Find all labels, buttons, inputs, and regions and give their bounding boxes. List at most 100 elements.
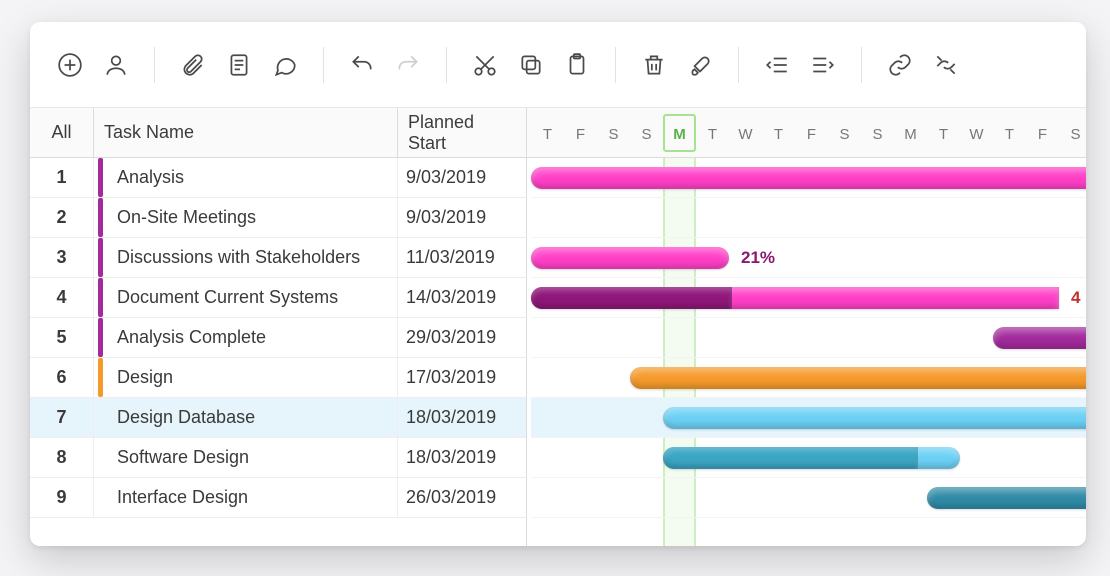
table-row[interactable]: 4Document Current Systems14/03/2019 xyxy=(30,278,526,318)
planned-start: 9/03/2019 xyxy=(398,198,526,237)
row-color-stripe xyxy=(98,198,103,237)
task-name: Design Database xyxy=(117,407,255,428)
table-row[interactable]: 7 Design Database 18/03/2019 xyxy=(30,398,526,438)
gantt-bar-progress xyxy=(531,287,732,309)
add-icon[interactable] xyxy=(52,47,88,83)
row-number: 6 xyxy=(30,358,94,397)
row-number: 7 xyxy=(30,398,94,437)
toolbar-separator xyxy=(738,47,739,83)
row-number: 4 xyxy=(30,278,94,317)
day-label: T xyxy=(762,126,795,143)
gantt-row: 4 xyxy=(531,278,1086,318)
row-color-stripe xyxy=(98,398,103,437)
task-name: Interface Design xyxy=(117,487,248,508)
planned-start: 18/03/2019 xyxy=(398,398,526,437)
table-row[interactable]: 2On-Site Meetings9/03/2019 xyxy=(30,198,526,238)
row-color-stripe xyxy=(98,438,103,477)
copy-icon[interactable] xyxy=(513,47,549,83)
row-color-stripe xyxy=(98,318,103,357)
day-label: S xyxy=(597,126,630,143)
row-number: 5 xyxy=(30,318,94,357)
attach-icon[interactable] xyxy=(175,47,211,83)
toolbar-separator xyxy=(615,47,616,83)
person-icon[interactable] xyxy=(98,47,134,83)
gantt-bar[interactable] xyxy=(531,287,1059,309)
task-name: Discussions with Stakeholders xyxy=(117,247,360,268)
unlink-icon[interactable] xyxy=(928,47,964,83)
row-number: 2 xyxy=(30,198,94,237)
outdent-icon[interactable] xyxy=(759,47,795,83)
row-color-stripe xyxy=(98,278,103,317)
day-label: S xyxy=(1059,126,1086,143)
table-row[interactable]: 5Analysis Complete29/03/2019 xyxy=(30,318,526,358)
gantt-bar[interactable] xyxy=(531,247,729,269)
day-label: M xyxy=(894,126,927,143)
table-row[interactable]: 8 Software Design 18/03/2019 xyxy=(30,438,526,478)
row-number: 3 xyxy=(30,238,94,277)
redo-icon[interactable] xyxy=(390,47,426,83)
row-number: 8 xyxy=(30,438,94,477)
app-panel: All Task Name Planned Start 1Analysis9/0… xyxy=(30,22,1086,546)
gantt-bar[interactable] xyxy=(663,447,960,469)
toolbar-separator xyxy=(861,47,862,83)
paste-icon[interactable] xyxy=(559,47,595,83)
planned-start: 29/03/2019 xyxy=(398,318,526,357)
row-number: 9 xyxy=(30,478,94,517)
day-label: T xyxy=(993,126,1026,143)
timeline-header: TFSSMTWTFSSMTWTFSS xyxy=(527,108,1086,158)
undo-icon[interactable] xyxy=(344,47,380,83)
link-icon[interactable] xyxy=(882,47,918,83)
gantt-bar[interactable] xyxy=(927,487,1086,509)
paint-icon[interactable] xyxy=(682,47,718,83)
delete-icon[interactable] xyxy=(636,47,672,83)
gantt-bar[interactable] xyxy=(531,167,1086,189)
planned-start: 9/03/2019 xyxy=(398,158,526,197)
day-label: S xyxy=(828,126,861,143)
gantt-bar-label: 21% xyxy=(741,247,775,269)
planned-start: 17/03/2019 xyxy=(398,358,526,397)
gantt-row xyxy=(531,318,1086,358)
row-color-stripe xyxy=(98,478,103,517)
indent-icon[interactable] xyxy=(805,47,841,83)
toolbar-separator xyxy=(446,47,447,83)
comment-icon[interactable] xyxy=(267,47,303,83)
gantt-row: 21% xyxy=(531,238,1086,278)
column-header-start[interactable]: Planned Start xyxy=(398,108,526,157)
day-label: F xyxy=(795,126,828,143)
day-label: S xyxy=(861,126,894,143)
task-table: All Task Name Planned Start 1Analysis9/0… xyxy=(30,108,527,546)
note-icon[interactable] xyxy=(221,47,257,83)
table-row[interactable]: 1Analysis9/03/2019 xyxy=(30,158,526,198)
planned-start: 18/03/2019 xyxy=(398,438,526,477)
row-color-stripe xyxy=(98,158,103,197)
task-name: Design xyxy=(117,367,173,388)
table-row[interactable]: 3 Discussions with Stakeholders 11/03/2019 xyxy=(30,238,526,278)
planned-start: 11/03/2019 xyxy=(398,238,526,277)
toolbar-separator xyxy=(323,47,324,83)
gantt-row xyxy=(531,478,1086,518)
cut-icon[interactable] xyxy=(467,47,503,83)
toolbar-separator xyxy=(154,47,155,83)
gantt-bar[interactable] xyxy=(663,407,1086,429)
column-header-name[interactable]: Task Name xyxy=(94,108,398,157)
table-row[interactable]: 9 Interface Design 26/03/2019 xyxy=(30,478,526,518)
gantt-row xyxy=(531,158,1086,198)
day-label: T xyxy=(531,126,564,143)
gantt-row xyxy=(531,198,1086,238)
day-label: F xyxy=(1026,126,1059,143)
today-marker xyxy=(663,114,696,152)
day-label: S xyxy=(630,126,663,143)
gantt-bar[interactable] xyxy=(993,327,1086,349)
row-number: 1 xyxy=(30,158,94,197)
gantt-bar[interactable] xyxy=(630,367,1086,389)
task-name: Software Design xyxy=(117,447,249,468)
table-row[interactable]: 6 Design 17/03/2019 xyxy=(30,358,526,398)
gantt-row xyxy=(531,438,1086,478)
table-header: All Task Name Planned Start xyxy=(30,108,526,158)
planned-start: 26/03/2019 xyxy=(398,478,526,517)
column-header-all[interactable]: All xyxy=(30,108,94,157)
gantt-bar-progress xyxy=(663,447,918,469)
gantt-row xyxy=(531,398,1086,438)
toolbar xyxy=(30,22,1086,108)
row-color-stripe xyxy=(98,358,103,397)
